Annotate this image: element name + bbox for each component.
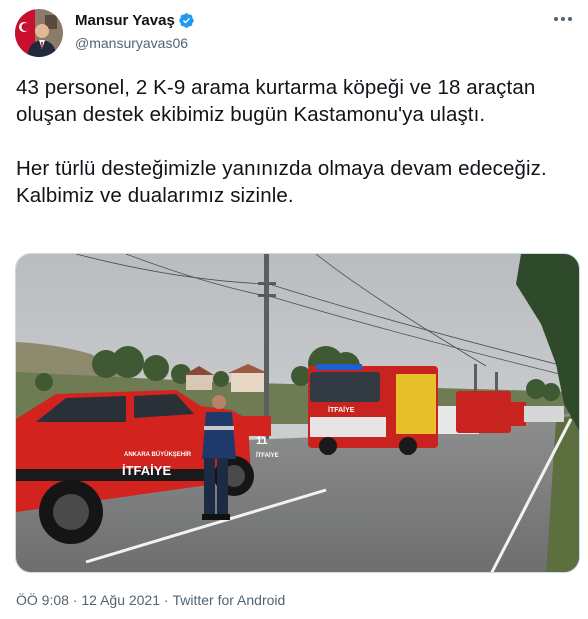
fire-truck: İTFAİYE	[308, 364, 438, 455]
truck-number: 11	[256, 435, 268, 447]
verified-badge-icon	[179, 13, 194, 28]
tweet-photo[interactable]: İTFAİYE ANKARA BÜYÜKŞEHİR İTFAİYE 11 İTF…	[15, 253, 580, 573]
meta-separator: ·	[160, 592, 173, 608]
tweet-paragraph: Her türlü desteğimizle yanınızda olmaya …	[16, 157, 547, 207]
tweet-time[interactable]: ÖÖ 9:08	[16, 592, 69, 608]
tweet-paragraph: 43 personel, 2 K-9 arama kurtarma köpeği…	[16, 76, 536, 126]
truck-door-text: ANKARA BÜYÜKŞEHİR	[124, 451, 192, 458]
author-handle[interactable]: @mansuryavas06	[75, 35, 188, 51]
meta-separator: ·	[68, 592, 82, 608]
more-options-icon[interactable]	[550, 8, 576, 30]
tweet-meta: ÖÖ 9:08 · 12 Ağu 2021 · Twitter for Andr…	[16, 592, 285, 608]
author-display-name[interactable]: Mansur Yavaş	[75, 12, 175, 29]
truck-rear-label: İTFAİYE	[256, 452, 279, 459]
tweet-source[interactable]: Twitter for Android	[172, 592, 285, 608]
truck-door-itfaiye: İTFAİYE	[122, 463, 171, 478]
tweet-text: 43 personel, 2 K-9 arama kurtarma köpeği…	[16, 74, 576, 209]
fire-truck-label: İTFAİYE	[328, 406, 355, 414]
tweet-card: Mansur Yavaş @mansuryavas06 43 personel,…	[0, 0, 588, 619]
tweet-date[interactable]: 12 Ağu 2021	[81, 592, 160, 608]
author-name-row[interactable]: Mansur Yavaş	[75, 12, 195, 29]
author-avatar[interactable]	[15, 9, 63, 57]
